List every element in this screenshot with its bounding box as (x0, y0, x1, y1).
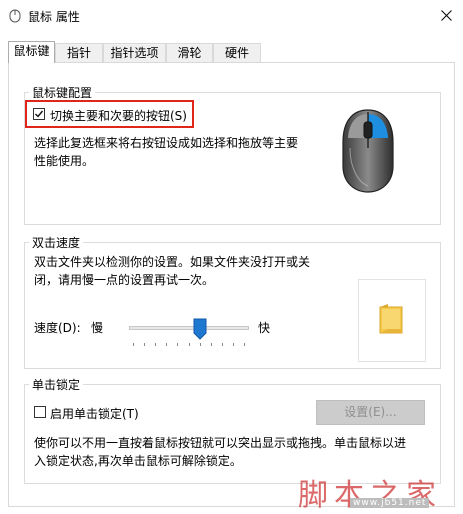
watermark-url: www.jb51.net (350, 498, 430, 508)
tab-hardware[interactable]: 硬件 (213, 43, 261, 62)
slider-tick (222, 343, 223, 346)
click-lock-group-label: 单击锁定 (29, 376, 84, 393)
button-config-description-line: 性能使用。 (34, 154, 95, 168)
button-config-description: 选择此复选框来将右按钮设成如选择和拖放等主要 性能使用。 (34, 134, 298, 170)
close-button[interactable] (430, 0, 463, 32)
slider-tick (166, 343, 167, 346)
slow-label: 慢 (91, 321, 104, 335)
button-config-group-label: 鼠标键配置 (29, 84, 96, 101)
slider-tick (233, 343, 234, 346)
slider-tick (155, 343, 156, 346)
switch-buttons-label[interactable]: 切换主要和次要的按钮(S) (50, 107, 187, 124)
slider-tick (144, 343, 145, 346)
mouse-icon (9, 9, 21, 23)
slider-tick (189, 343, 190, 346)
double-click-group-label: 双击速度 (29, 234, 84, 251)
speed-slider-thumb[interactable] (193, 318, 207, 340)
tab-pointers[interactable]: 指针 (55, 43, 103, 62)
click-lock-checkbox[interactable] (34, 406, 46, 418)
tab-strip: 鼠标键 指针 指针选项 滑轮 硬件 (8, 41, 455, 63)
close-icon (441, 10, 452, 21)
title-bar: 鼠标 属性 (0, 0, 463, 32)
double-click-description: 双击文件夹以检测你的设置。如果文件夹没打开或关 闭，请用慢一点的设置再试一次。 (34, 253, 310, 289)
tab-pointer-options[interactable]: 指针选项 (103, 43, 166, 62)
checkmark-icon (35, 110, 44, 118)
tab-buttons[interactable]: 鼠标键 (8, 41, 55, 63)
folder-icon[interactable] (378, 303, 404, 335)
slider-tick (133, 343, 134, 346)
click-lock-label[interactable]: 启用单击锁定(T) (50, 405, 139, 422)
button-config-description-line: 选择此复选框来将右按钮设成如选择和拖放等主要 (34, 136, 299, 150)
click-lock-description: 使你可以不用一直按着鼠标按钮就可以突出显示或拖拽。单击鼠标以进 入锁定状态,再次… (34, 434, 406, 470)
speed-slider-track[interactable] (129, 326, 249, 330)
click-lock-settings-button[interactable]: 设置(E)... (316, 400, 425, 425)
speed-label: 速度(D): (34, 321, 81, 335)
window-title: 鼠标 属性 (28, 10, 80, 24)
tab-wheel[interactable]: 滑轮 (166, 43, 213, 62)
slider-tick (177, 343, 178, 346)
switch-buttons-checkbox[interactable] (33, 108, 45, 120)
fast-label: 快 (258, 321, 271, 335)
slider-tick (200, 343, 201, 346)
slider-tick (211, 343, 212, 346)
mouse-illustration-icon (342, 109, 394, 193)
double-click-description-line: 双击文件夹以检测你的设置。如果文件夹没打开或关 (34, 255, 311, 269)
slider-tick (244, 343, 245, 346)
double-click-description-line: 闭，请用慢一点的设置再试一次。 (34, 273, 215, 287)
click-lock-description-line: 使你可以不用一直按着鼠标按钮就可以突出显示或拖拽。单击鼠标以进 (34, 436, 407, 450)
click-lock-description-line: 入锁定状态,再次单击鼠标可解除锁定。 (34, 454, 242, 468)
